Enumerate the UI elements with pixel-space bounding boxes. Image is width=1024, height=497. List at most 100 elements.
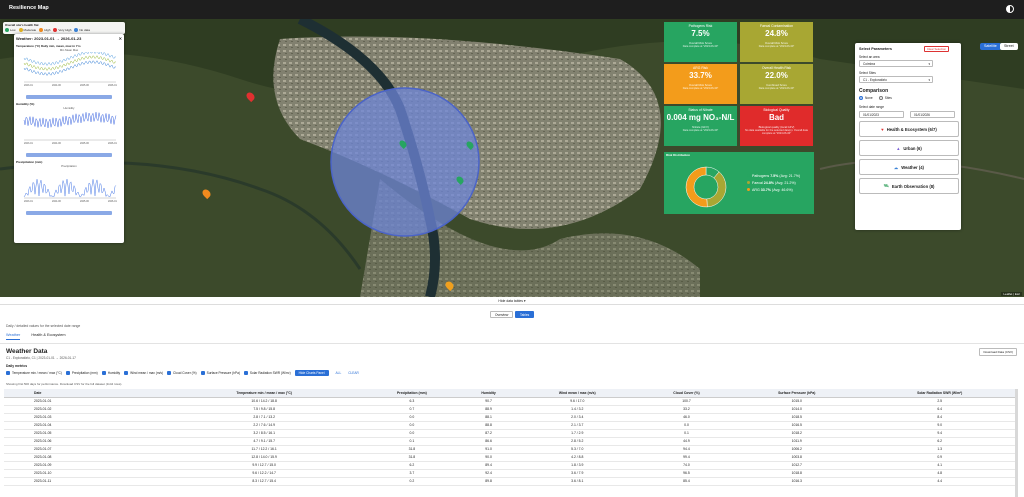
table-row: 2023-01-08 12.8 / 14.0 / 15.9 31.8 90.0 4.2 … xyxy=(4,453,1018,462)
table-cell: 1.8 / 3.9 xyxy=(513,461,641,470)
comparison-sites-radio[interactable]: Sites xyxy=(878,96,892,100)
table-cell: 9.9 / 12.7 / 15.0 xyxy=(167,461,361,470)
metric-label: Solar Radiation SWR (W/m²) xyxy=(249,371,291,375)
table-cell: 100.7 xyxy=(640,397,733,406)
site-buffer-circle xyxy=(330,87,480,237)
kpi-note: Data complete at "2023-06-30" xyxy=(682,87,719,90)
table-cell: 6.2 xyxy=(360,461,464,470)
table-cell: 0.0 xyxy=(360,421,464,430)
risk-legend-pct: 24.8% xyxy=(763,181,774,185)
x-tick-label: 2026-01 xyxy=(108,84,117,86)
kpi-value: 7.5% xyxy=(691,29,710,38)
tab-divider xyxy=(0,343,1024,344)
table-cell: 1.4 / 3.2 xyxy=(513,405,641,414)
table-cell: 89.4 xyxy=(463,461,514,470)
column-header[interactable]: Humidity xyxy=(463,389,514,398)
table-cell: 2.0 / 3.4 xyxy=(513,413,641,422)
column-header[interactable]: Cloud Cover (%) xyxy=(640,389,733,398)
table-cell: 3.6 / 7.9 xyxy=(513,469,641,478)
column-header[interactable]: Date xyxy=(4,389,168,398)
table-cell: 1018.5 xyxy=(732,413,862,422)
checkbox-icon xyxy=(167,371,172,375)
comparison-none-radio[interactable]: None xyxy=(859,96,873,100)
column-header[interactable]: Surface Pressure (hPa) xyxy=(732,389,862,398)
hide-tables-toggle[interactable]: Hide data tables ▾ xyxy=(0,297,1024,305)
kpi-note: Data complete at "2023-06-30" xyxy=(758,87,795,90)
range-slider[interactable] xyxy=(26,211,112,215)
radio-label: None xyxy=(865,96,873,100)
status-dot-icon xyxy=(53,28,58,32)
series-line xyxy=(23,179,117,198)
column-header[interactable]: Temperature min / mean / max (°C) xyxy=(167,389,361,398)
table-cell: 88.8 xyxy=(463,421,514,430)
risk-legend-label: ARG xyxy=(752,188,760,192)
table-cell: 2.8 / 7.1 / 13.2 xyxy=(167,413,361,422)
checkbox-icon xyxy=(101,371,106,375)
table-cell: 0.0 xyxy=(640,421,733,430)
category-button[interactable]: ☁ Weather (4) xyxy=(859,159,959,175)
range-slider[interactable] xyxy=(26,153,112,157)
status-dot-icon xyxy=(18,28,23,32)
clear-selection-button[interactable]: Clear Selection xyxy=(924,46,949,52)
table-cell: 2023-01-01 xyxy=(4,397,168,406)
app-title: Resilience Map xyxy=(9,5,49,11)
hide-charts-button[interactable]: Hide Charts Panel xyxy=(294,370,329,376)
column-header[interactable]: Wind mean / max (m/s) xyxy=(513,389,641,398)
legend-label: Low xyxy=(10,28,16,32)
satellite-layer-button[interactable]: Satellite xyxy=(980,43,1001,50)
table-scrollbar[interactable] xyxy=(1015,389,1018,497)
category-button[interactable]: ▲ Urban (6) xyxy=(859,140,959,156)
metric-checkbox[interactable]: Humidity xyxy=(101,371,120,375)
table-cell: 2.2 / 7.6 / 14.9 xyxy=(167,421,361,430)
weather-chart-panel: Weather: 2023-01-01 → 2026-01-23 ✕ Temper… xyxy=(14,34,124,243)
metric-checkbox[interactable]: Cloud Cover (%) xyxy=(167,371,197,375)
area-select[interactable]: Coimbra xyxy=(859,60,933,67)
table-cell: 1.7 / 2.9 xyxy=(513,429,641,438)
table-cell: 11.7 / 12.2 / 16.1 xyxy=(167,445,361,454)
category-label: Earth Observation (8) xyxy=(891,183,935,189)
range-slider[interactable] xyxy=(26,95,112,99)
metric-checkbox[interactable]: Solar Radiation SWR (W/m²) xyxy=(243,371,291,375)
date-from-input[interactable]: 01/01/2023 xyxy=(859,111,904,118)
kpi-value: Bad xyxy=(768,113,785,122)
x-tick-label: 2026-01 xyxy=(108,142,117,144)
table-cell: 1018.8 xyxy=(732,469,862,478)
category-label: Urban (6) xyxy=(903,145,922,151)
table-cell: 0.7 xyxy=(360,405,464,414)
select-all-link[interactable]: ALL xyxy=(336,371,342,375)
kpi-tile: Status of Nitrate 0.004 mg NO₃-N/L Nitrate… xyxy=(664,106,737,146)
sites-select[interactable]: C1 - Exploratório xyxy=(859,76,933,83)
table-cell: 0.2 xyxy=(360,477,464,486)
table-cell: 7.5 / 9.8 / 15.8 xyxy=(167,405,361,414)
metric-checkbox[interactable]: Surface Pressure (hPa) xyxy=(200,371,240,375)
category-icon: ☁ xyxy=(894,164,899,170)
tables-toggle[interactable]: Tables xyxy=(515,311,535,318)
metric-checkbox[interactable]: Wind mean / max (m/s) xyxy=(124,371,163,375)
x-tick-label: 2026-01 xyxy=(108,200,117,202)
legend-items: Low Moderate High Very High No data xyxy=(5,27,123,33)
table-cell: 0.0 xyxy=(360,413,464,422)
metric-checkbox[interactable]: Temperature min / mean / max (°C) xyxy=(6,371,62,375)
download-csv-button[interactable]: Download Data (CSV) xyxy=(979,348,1017,356)
street-layer-button[interactable]: Street xyxy=(1000,43,1018,50)
category-button[interactable]: 🛰 Earth Observation (8) xyxy=(859,178,959,194)
tab-weather[interactable]: Weather xyxy=(6,333,21,340)
metric-checkbox[interactable]: Precipitation (mm) xyxy=(65,371,98,375)
close-icon[interactable]: ✕ xyxy=(119,36,122,41)
column-header[interactable]: Precipitation (mm) xyxy=(360,389,464,398)
theme-toggle-icon[interactable] xyxy=(1006,5,1014,13)
table-cell: 9.0 xyxy=(861,421,1018,430)
column-header[interactable]: Solar Radiation SWR (W/m²) xyxy=(861,389,1018,398)
clear-all-link[interactable]: CLEAR xyxy=(348,371,359,375)
overview-toggle[interactable]: Overview xyxy=(490,311,514,318)
table-cell: 85.4 xyxy=(640,477,733,486)
status-dot-icon xyxy=(5,28,9,32)
category-button[interactable]: ♥ Health & Ecosystem (6/7) xyxy=(859,121,959,137)
table-cell: 1011.9 xyxy=(732,437,862,446)
legend-item: High xyxy=(39,28,50,32)
date-to-input[interactable]: 01/01/2026 xyxy=(910,111,955,118)
table-cell: 1012.7 xyxy=(732,461,862,470)
tab-health-ecosystem[interactable]: Health & Ecosystem xyxy=(31,333,65,339)
risk-donut-chart xyxy=(685,166,727,208)
table-cell: 31.8 xyxy=(360,453,464,462)
